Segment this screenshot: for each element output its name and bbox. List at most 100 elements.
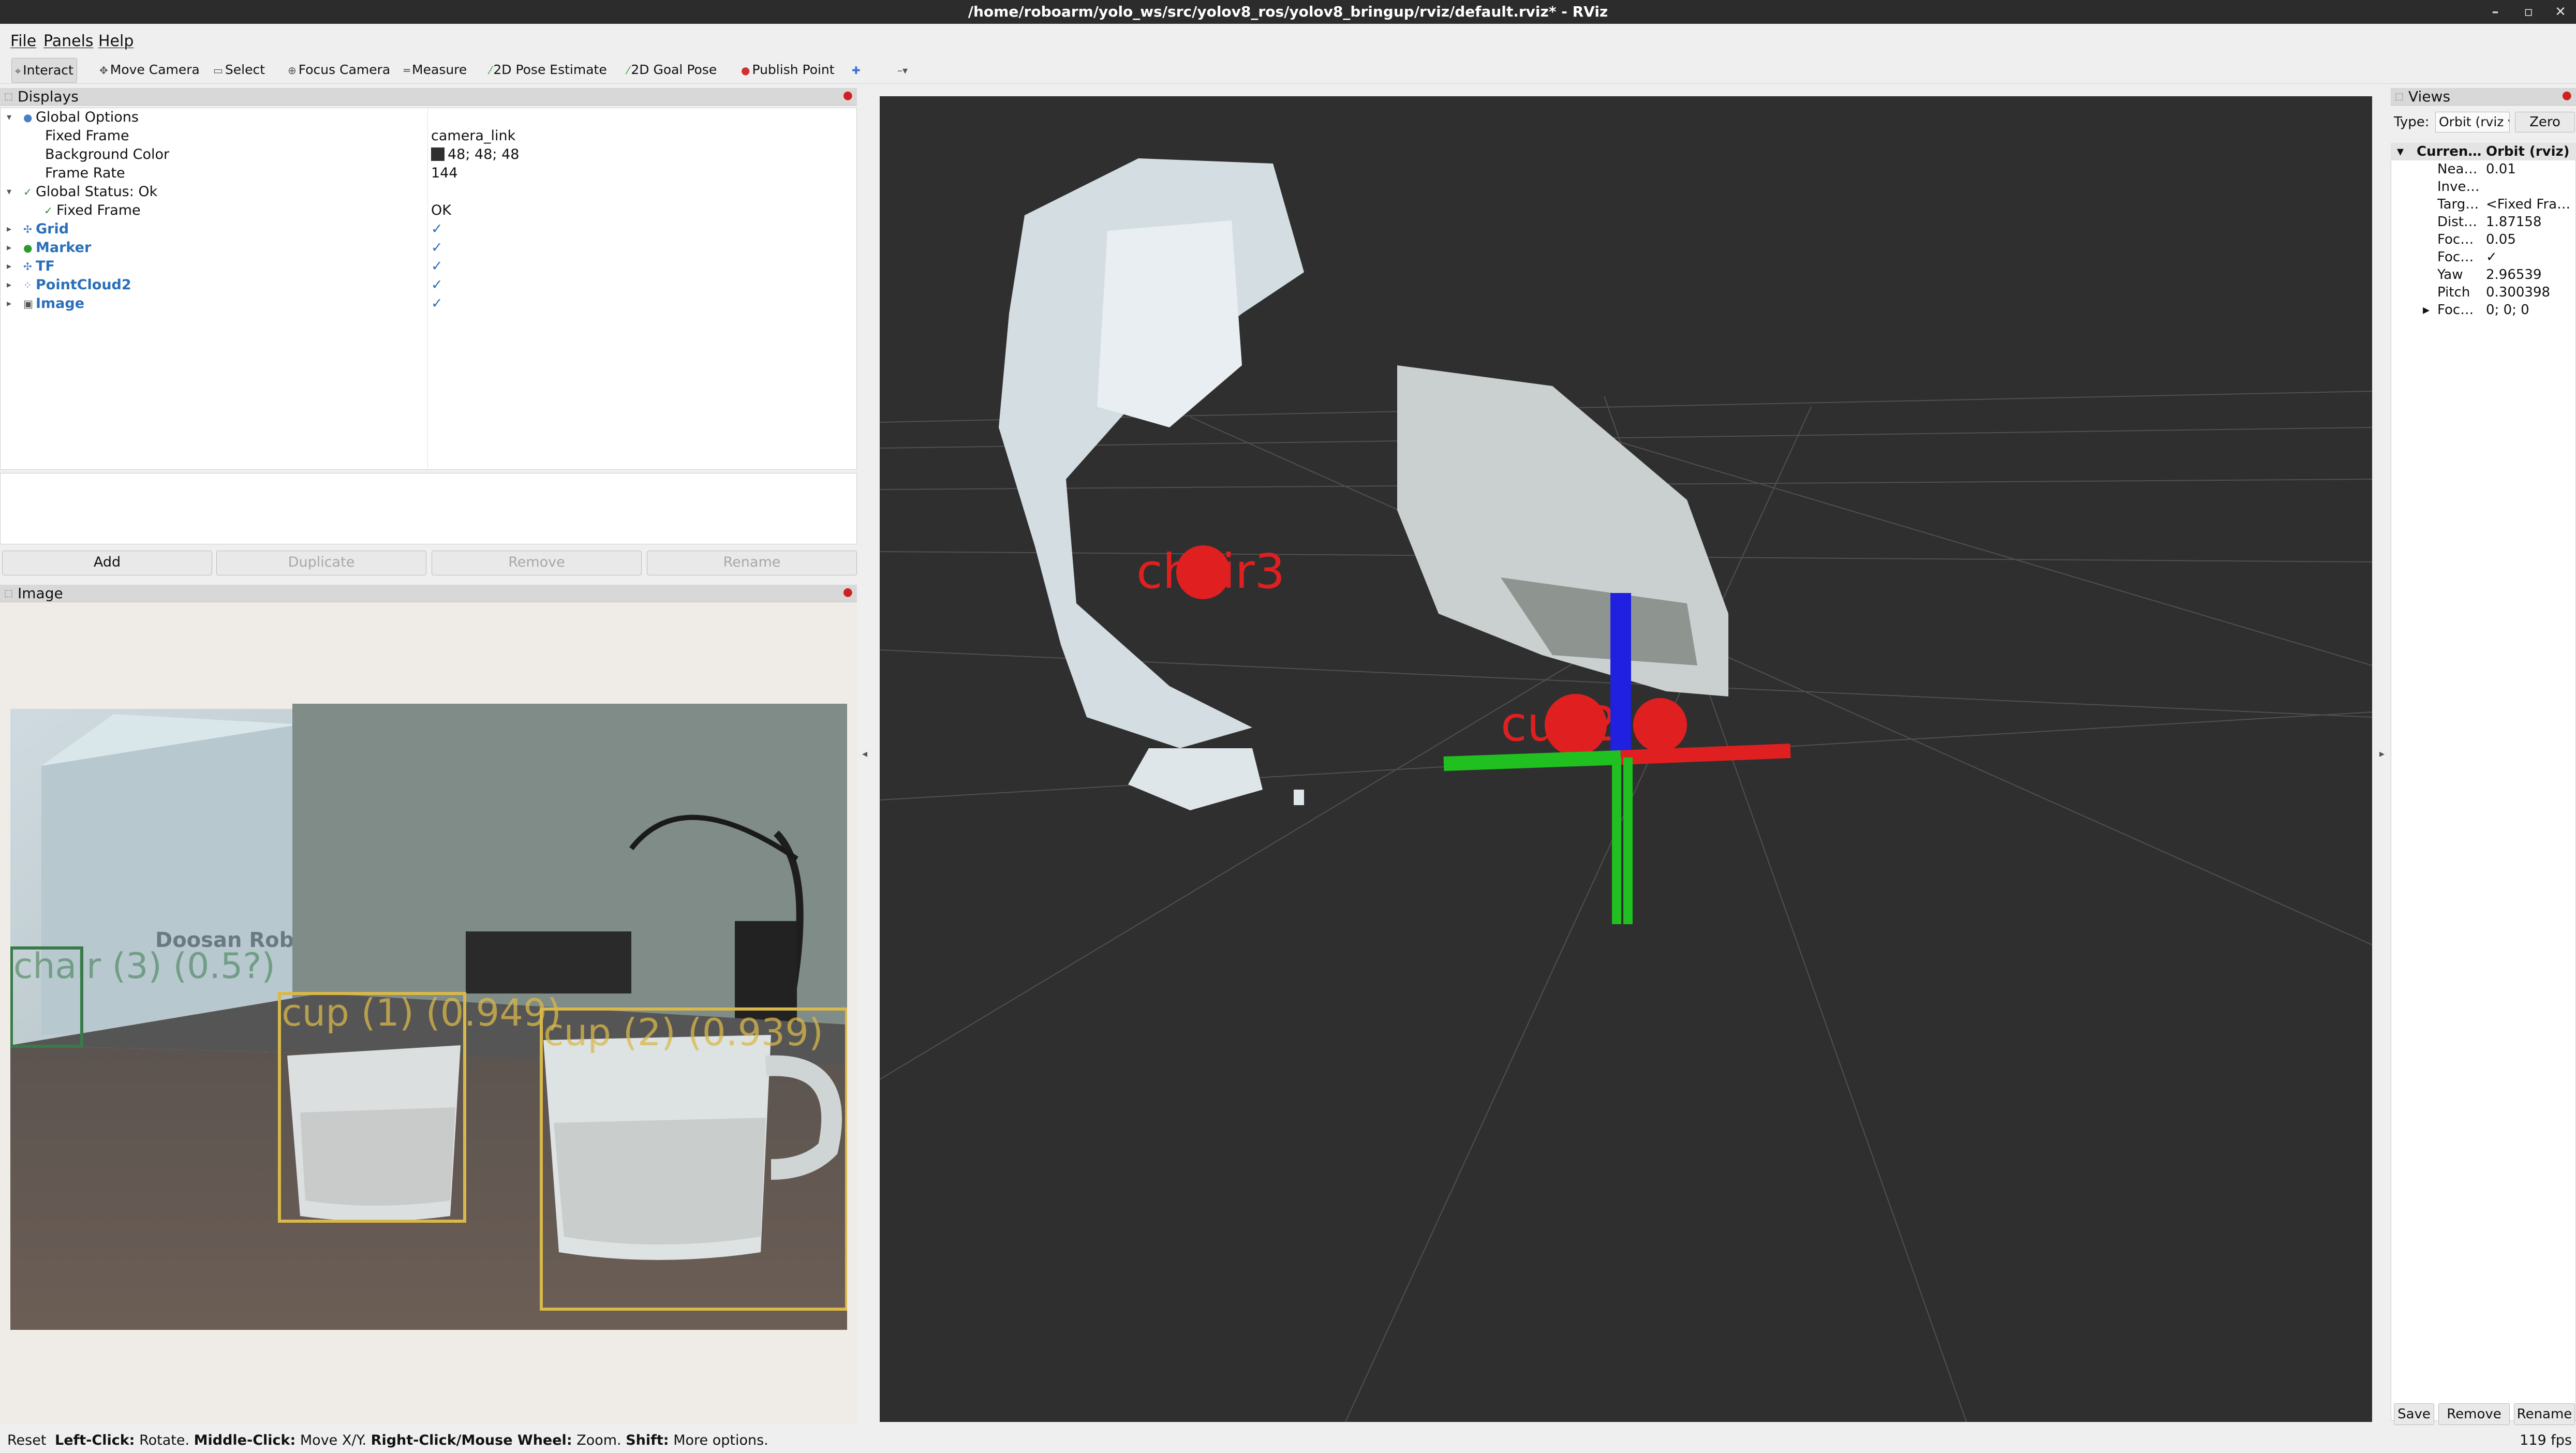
close-panel-icon[interactable]: ● [843, 87, 853, 105]
render-scene: chair3 cup2 [880, 158, 2372, 1422]
views-prop-row[interactable]: Inve… [2391, 178, 2576, 196]
duplicate-display-button[interactable]: Duplicate [216, 551, 426, 575]
marker-display-label: Marker [36, 240, 92, 256]
rename-display-button[interactable]: Rename [647, 551, 857, 575]
zero-button[interactable]: Zero [2515, 112, 2575, 132]
views-prop-row[interactable]: Foc… 0.05 [2391, 231, 2576, 248]
close-panel-icon[interactable]: ● [843, 584, 853, 601]
tree-row-pointcloud2[interactable]: ▸ ⁘ PointCloud2 ✓ [1, 276, 856, 294]
prop-value[interactable]: <Fixed Fra… [2486, 196, 2570, 213]
collapse-icon[interactable]: ▸ [7, 220, 11, 239]
views-prop-row[interactable]: Foc… ✓ [2391, 248, 2576, 266]
fixed-frame-label: Fixed Frame [45, 128, 129, 144]
tree-row-global-status[interactable]: ▾ ✓ Global Status: Ok [1, 183, 856, 201]
interact-tool[interactable]: ⌖ Interact [11, 58, 77, 83]
color-swatch[interactable] [431, 147, 445, 161]
background-color-value[interactable]: 48; 48; 48 [431, 145, 519, 164]
remove-display-button[interactable]: Remove [432, 551, 642, 575]
displays-tree[interactable]: ▾ ● Global Options Fixed Frame camera_li… [0, 108, 857, 470]
window-title-bar: /home/roboarm/yolo_ws/src/yolov8_ros/yol… [0, 0, 2576, 24]
focus-icon: ⊕ [288, 64, 297, 77]
prop-name: Pitch [2437, 285, 2470, 300]
reset-button[interactable]: Reset [7, 1428, 46, 1453]
rename-view-button[interactable]: Rename [2514, 1403, 2575, 1425]
current-view-value: Orbit (rviz) [2486, 144, 2570, 159]
collapse-icon[interactable]: ▸ [7, 239, 11, 257]
menu-panels[interactable]: Panels [43, 32, 94, 50]
prop-value[interactable]: ✓ [2486, 248, 2497, 266]
grip-icon[interactable]: ⬚ [4, 88, 13, 106]
views-prop-row[interactable]: Yaw 2.96539 [2391, 266, 2576, 284]
close-panel-icon[interactable]: ● [2562, 87, 2572, 105]
views-panel-header: ⬚ Views ● [2391, 88, 2576, 106]
expand-icon[interactable]: ▾ [2397, 143, 2404, 160]
pointcloud2-checkbox[interactable]: ✓ [431, 276, 443, 294]
arrow-green-icon: ⁄ [490, 64, 492, 77]
save-view-button[interactable]: Save [2394, 1403, 2434, 1425]
collapse-right-icon[interactable]: ▸ [2379, 747, 2385, 760]
publish-point-tool[interactable]: ● Publish Point [738, 58, 838, 82]
tree-row-grid[interactable]: ▸ ✣ Grid ✓ [1, 220, 856, 239]
tree-row-fixed-frame[interactable]: Fixed Frame camera_link [1, 127, 856, 145]
add-display-button[interactable]: Add [2, 551, 212, 575]
focus-camera-tool[interactable]: ⊕ Focus Camera [285, 58, 393, 82]
add-tool-button[interactable]: ✚ [849, 58, 866, 82]
tree-row-status-fixed-frame[interactable]: ✓ Fixed Frame OK [1, 201, 856, 220]
collapse-icon[interactable]: ▸ [7, 276, 11, 294]
image-checkbox[interactable]: ✓ [431, 294, 443, 313]
marker-sphere-cup1 [1633, 698, 1687, 752]
tree-row-image[interactable]: ▸ ▣ Image ✓ [1, 294, 856, 313]
tf-checkbox[interactable]: ✓ [431, 257, 443, 276]
goal-pose-tool[interactable]: ⁄ 2D Goal Pose [624, 58, 720, 82]
prop-name: Targ… [2437, 197, 2479, 212]
move-camera-tool[interactable]: ✥ Move Camera [96, 58, 203, 82]
tree-row-marker[interactable]: ▸ ● Marker ✓ [1, 239, 856, 257]
menu-file[interactable]: File [10, 32, 36, 50]
prop-value[interactable]: 2.96539 [2486, 266, 2542, 284]
maximize-icon[interactable]: ▫ [2515, 0, 2542, 24]
tree-row-tf[interactable]: ▸ ✣ TF ✓ [1, 257, 856, 276]
3d-render-viewport[interactable]: chair3 cup2 [880, 96, 2372, 1422]
views-prop-row[interactable]: Dist… 1.87158 [2391, 213, 2576, 231]
collapse-icon[interactable]: ▸ [7, 257, 11, 276]
grid-checkbox[interactable]: ✓ [431, 220, 443, 239]
view-type-dropdown[interactable]: Orbit (rviz ▾ [2435, 112, 2510, 132]
gear-icon: ● [23, 111, 33, 124]
expand-icon[interactable]: ▾ [7, 108, 11, 127]
expand-icon[interactable]: ▾ [7, 183, 11, 201]
remove-tool-button[interactable]: –▾ [894, 58, 913, 82]
views-prop-row[interactable]: Pitch 0.300398 [2391, 284, 2576, 301]
views-current-row[interactable]: ▾ Curren… Orbit (rviz) [2391, 143, 2576, 160]
collapse-icon[interactable]: ▸ [2423, 301, 2430, 319]
collapse-left-icon[interactable]: ◂ [862, 747, 867, 760]
views-prop-row[interactable]: Targ… <Fixed Fra… [2391, 196, 2576, 213]
tree-row-global-options[interactable]: ▾ ● Global Options [1, 108, 856, 127]
prop-value[interactable]: 1.87158 [2486, 213, 2542, 231]
views-tree[interactable] [2391, 143, 2576, 1421]
remove-view-button[interactable]: Remove [2438, 1403, 2510, 1425]
menu-help[interactable]: Help [98, 32, 134, 50]
pose-estimate-tool[interactable]: ⁄ 2D Pose Estimate [486, 58, 610, 82]
select-label: Select [225, 62, 265, 77]
frame-rate-value[interactable]: 144 [431, 164, 458, 183]
prop-value[interactable]: 0.01 [2486, 160, 2516, 178]
measure-tool[interactable]: ═ Measure [401, 58, 470, 82]
close-window-icon[interactable]: ✕ [2547, 0, 2574, 24]
grip-icon[interactable]: ⬚ [2395, 88, 2404, 106]
minimize-icon[interactable]: – [2482, 0, 2509, 24]
tree-row-frame-rate[interactable]: Frame Rate 144 [1, 164, 856, 183]
views-prop-row[interactable]: Nea… 0.01 [2391, 160, 2576, 178]
prop-value[interactable]: 0.300398 [2486, 284, 2550, 301]
prop-value[interactable]: 0.05 [2486, 231, 2516, 248]
marker-label-chair3: chair3 [1136, 544, 1285, 599]
grip-icon[interactable]: ⬚ [4, 585, 13, 602]
collapse-icon[interactable]: ▸ [7, 294, 11, 313]
views-prop-row[interactable]: ▸ Foc… 0; 0; 0 [2391, 301, 2576, 319]
prop-value[interactable]: 0; 0; 0 [2486, 301, 2529, 319]
grid-display-label: Grid [36, 221, 69, 237]
fixed-frame-value[interactable]: camera_link [431, 127, 515, 145]
status-ok-value: OK [431, 202, 451, 218]
tree-row-background-color[interactable]: Background Color 48; 48; 48 [1, 145, 856, 164]
marker-checkbox[interactable]: ✓ [431, 239, 443, 257]
select-tool[interactable]: ▭ Select [210, 58, 268, 82]
